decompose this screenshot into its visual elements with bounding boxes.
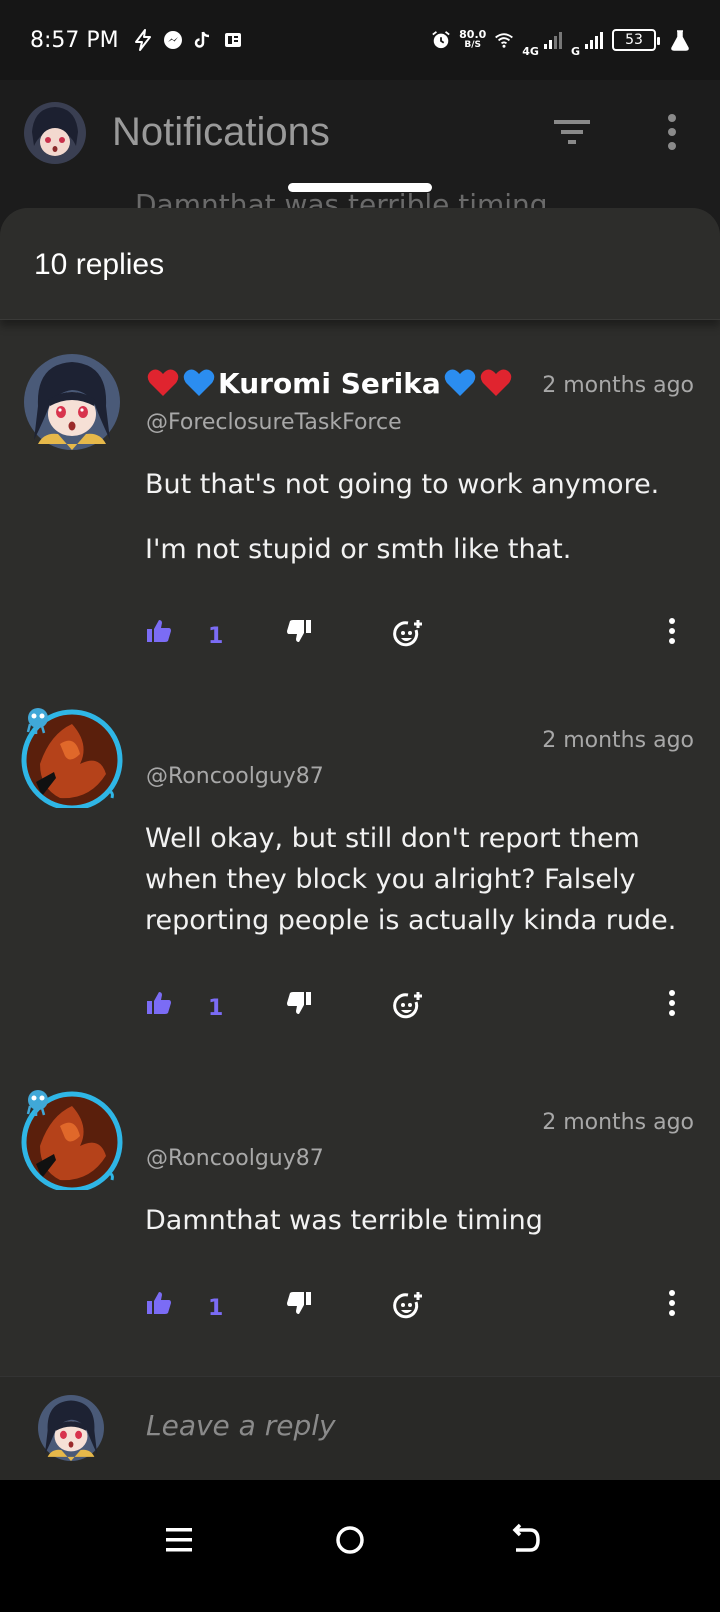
dislike-button[interactable] (286, 618, 312, 644)
thumbs-down-icon (287, 620, 311, 642)
more-options-icon[interactable] (660, 112, 684, 152)
back-icon (512, 1523, 540, 1552)
like-count: 1 (208, 1296, 224, 1321)
comment-paragraph: But that's not going to work anymore. (145, 469, 660, 500)
reply-input[interactable]: Leave a reply (146, 1409, 336, 1442)
like-button[interactable] (146, 618, 172, 644)
comment-actions: 1 (146, 618, 686, 658)
menu-icon (166, 1528, 192, 1552)
commenter-name-text: Kuromi Serika (218, 366, 441, 400)
thumbs-down-icon (287, 1292, 311, 1314)
add-reaction-button[interactable] (392, 1290, 424, 1322)
flask-icon (670, 30, 690, 51)
more-vertical-icon (669, 990, 675, 1016)
replies-sheet: 10 replies Kuromi Serika 2 months ago @F… (0, 208, 720, 1518)
comment-paragraph: Damnthat was terrible timing (145, 1205, 543, 1236)
home-button[interactable] (330, 1520, 370, 1560)
blue-heart-icon (444, 369, 476, 396)
comment-actions: 1 (146, 990, 686, 1030)
network-type-1: 4G (522, 44, 539, 58)
filter-icon[interactable] (552, 116, 592, 148)
comment-more-button[interactable] (668, 618, 676, 644)
signal-icon (543, 30, 563, 50)
comment-body: Damnthat was terrible timing (145, 1200, 695, 1241)
comment-body: Well okay, but still don't report them w… (145, 818, 695, 941)
thumbs-up-icon (147, 992, 171, 1014)
commenter-handle[interactable]: @Roncoolguy87 (146, 764, 324, 789)
wifi-icon (494, 30, 514, 50)
bolt-icon (133, 29, 153, 51)
red-heart-icon (147, 369, 179, 396)
net-speed-value: 80.0 (459, 28, 487, 41)
like-button[interactable] (146, 990, 172, 1016)
more-vertical-icon (669, 618, 675, 644)
system-nav-bar (0, 1480, 720, 1612)
commenter-avatar[interactable] (20, 704, 124, 811)
dislike-button[interactable] (286, 1290, 312, 1316)
comment-paragraph: I'm not stupid or smth like that. (145, 534, 572, 565)
back-button[interactable] (506, 1520, 546, 1560)
add-reaction-icon (393, 620, 422, 647)
add-reaction-button[interactable] (392, 618, 424, 650)
commenter-avatar[interactable] (24, 354, 120, 450)
blue-heart-icon (183, 369, 215, 396)
home-circle-icon (336, 1526, 364, 1554)
like-button[interactable] (146, 1290, 172, 1316)
thumbs-up-icon (147, 1292, 171, 1314)
red-heart-icon (480, 369, 512, 396)
reply-bar: Leave a reply (0, 1376, 720, 1480)
comment-time: 2 months ago (542, 373, 694, 398)
status-bar: 8:57 PM 80.0 B/S 4G G 53 (0, 0, 720, 80)
sheet-drag-handle[interactable] (288, 183, 432, 192)
net-speed: 80.0 B/S (459, 29, 486, 51)
commenter-avatar[interactable] (20, 1086, 124, 1193)
recent-apps-button[interactable] (160, 1520, 200, 1560)
dislike-button[interactable] (286, 990, 312, 1016)
comment-body: But that's not going to work anymore. I'… (145, 464, 695, 570)
messenger-icon (163, 30, 183, 50)
sheet-title: 10 replies (0, 208, 720, 320)
comment-time: 2 months ago (542, 728, 694, 753)
thumbs-down-icon (287, 992, 311, 1014)
my-avatar (38, 1395, 104, 1461)
comment-paragraph: Well okay, but still don't report them w… (145, 823, 677, 936)
signal-icon-2 (584, 30, 604, 50)
news-icon (223, 30, 243, 50)
status-left-icons (133, 29, 243, 51)
net-speed-unit: B/S (464, 40, 482, 50)
comment-more-button[interactable] (668, 990, 676, 1016)
like-count: 1 (208, 624, 224, 649)
comment-actions: 1 (146, 1290, 686, 1330)
status-time: 8:57 PM (30, 27, 119, 53)
tiktok-icon (193, 30, 213, 50)
commenter-name[interactable]: Kuromi Serika (146, 366, 513, 400)
network-type-2: G (570, 44, 580, 58)
commenter-handle[interactable]: @ForeclosureTaskForce (146, 410, 402, 435)
thumbs-up-icon (147, 620, 171, 642)
add-reaction-icon (393, 992, 422, 1019)
add-reaction-button[interactable] (392, 990, 424, 1022)
comment-time: 2 months ago (542, 1110, 694, 1135)
profile-avatar[interactable] (24, 102, 86, 164)
battery-indicator: 53 (612, 29, 660, 51)
add-reaction-icon (393, 1292, 422, 1319)
like-count: 1 (208, 996, 224, 1021)
status-right-icons: 80.0 B/S 4G G 53 (431, 23, 690, 58)
more-vertical-icon (669, 1290, 675, 1316)
comment-more-button[interactable] (668, 1290, 676, 1316)
page-title: Notifications (112, 110, 330, 154)
commenter-handle[interactable]: @Roncoolguy87 (146, 1146, 324, 1171)
alarm-icon (431, 30, 451, 50)
